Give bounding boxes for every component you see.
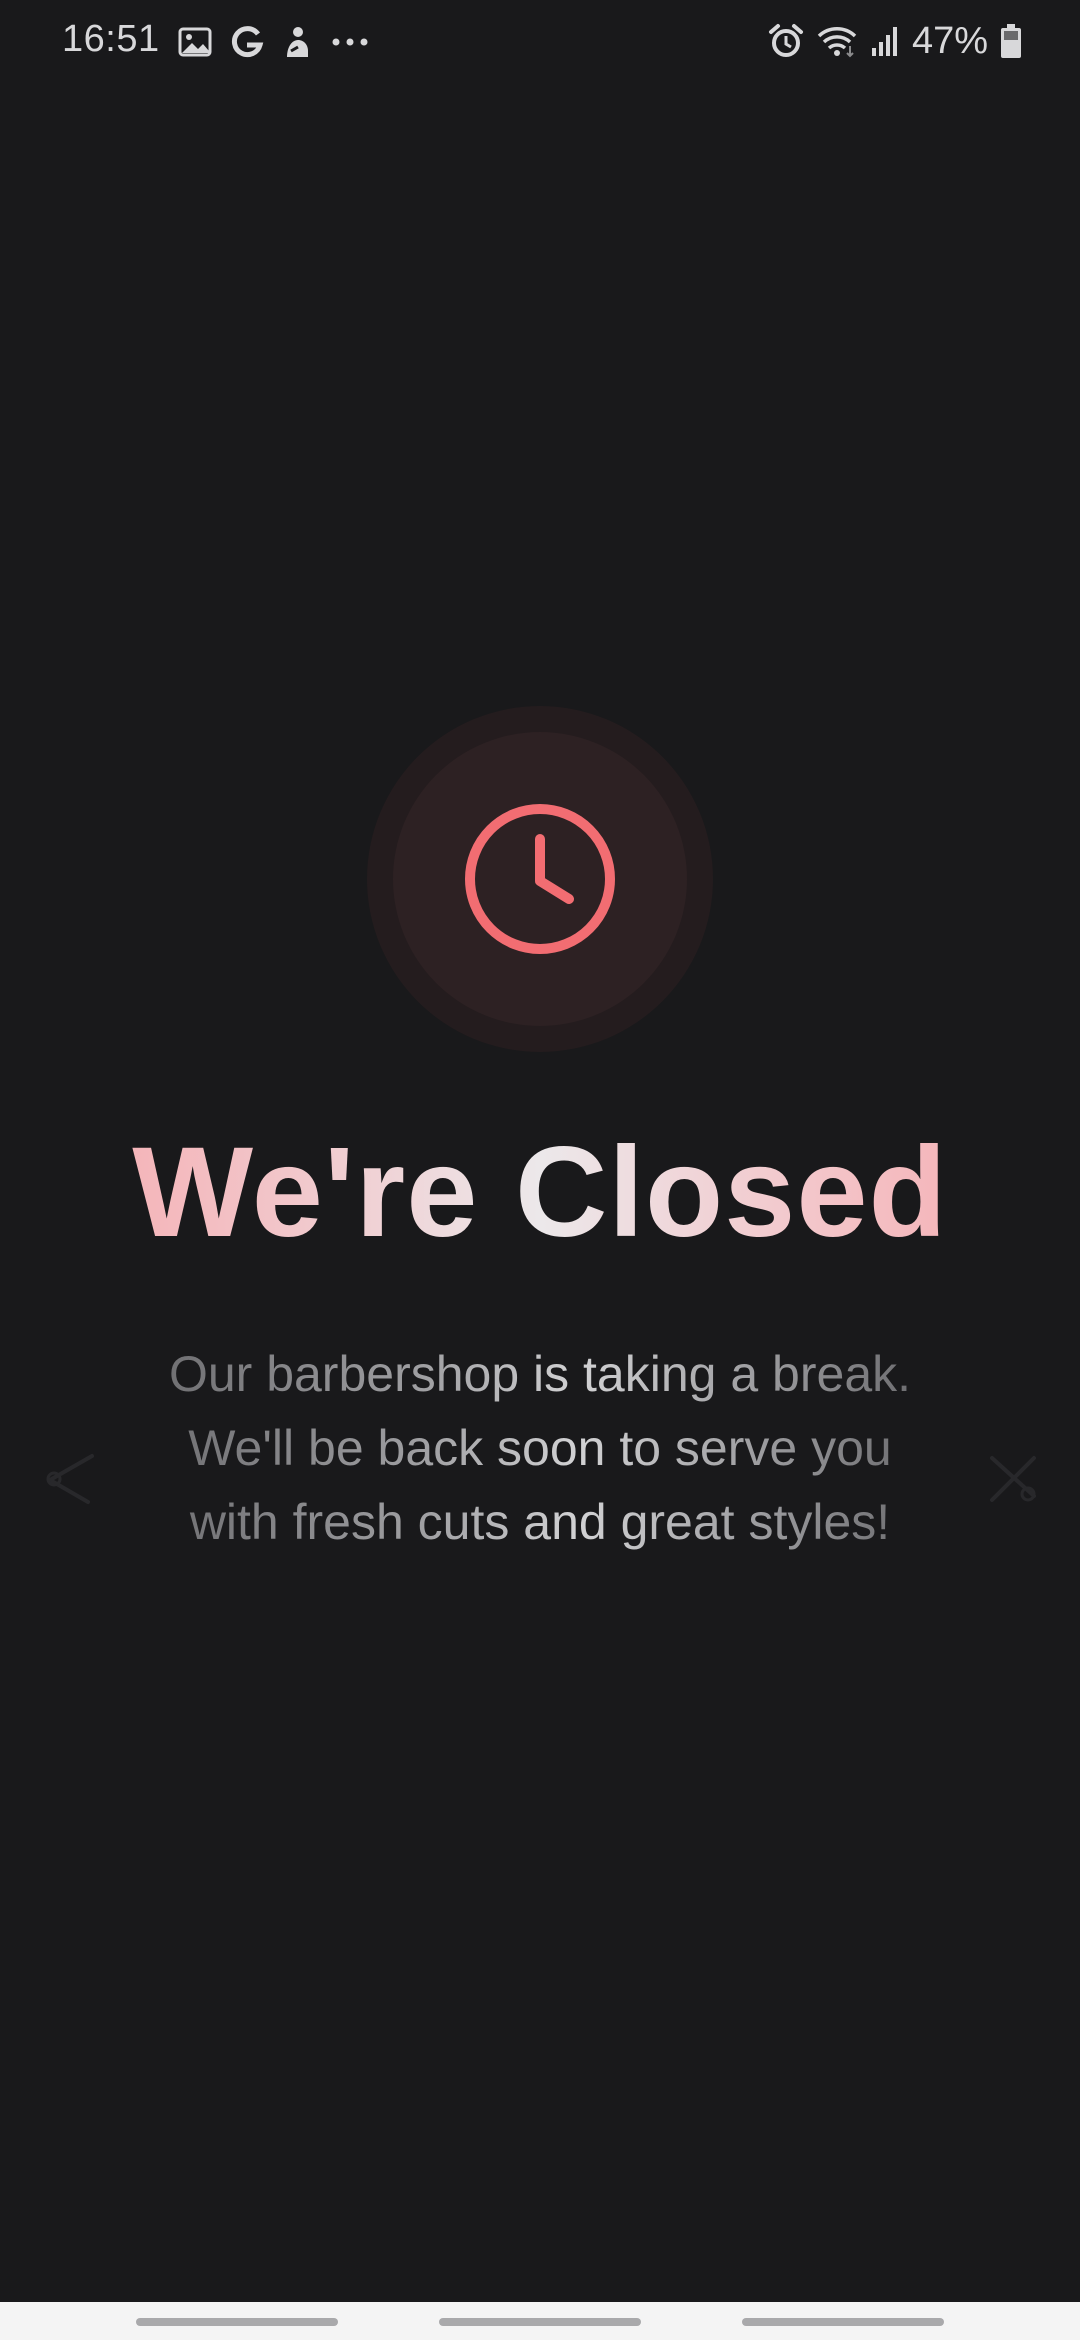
more-notifications-icon xyxy=(332,38,368,46)
closed-message: Our barbershop is taking a break. We'll … xyxy=(160,1337,920,1559)
scissors-icon xyxy=(990,1456,1036,1502)
status-left-icons xyxy=(178,22,370,62)
alarm-icon xyxy=(768,24,803,57)
google-icon xyxy=(231,26,264,58)
wifi-icon xyxy=(817,27,857,58)
nav-recent-apps-button[interactable] xyxy=(136,2318,338,2326)
nav-home-button[interactable] xyxy=(439,2318,641,2326)
battery-icon xyxy=(1001,24,1021,58)
nav-back-button[interactable] xyxy=(742,2318,944,2326)
gallery-icon xyxy=(178,27,212,57)
closed-title: We're Closed xyxy=(0,1118,1080,1268)
clock-icon xyxy=(465,804,615,954)
notification-app-icon xyxy=(287,27,308,57)
signal-icon xyxy=(871,27,897,56)
battery-percent: 47% xyxy=(911,19,988,62)
status-bar: 16:51 47% xyxy=(0,0,1080,84)
scissors-icon xyxy=(46,1454,94,1504)
status-time: 16:51 xyxy=(62,18,160,60)
navigation-bar xyxy=(0,2302,1080,2340)
status-right-icons: 47% xyxy=(768,18,1022,64)
